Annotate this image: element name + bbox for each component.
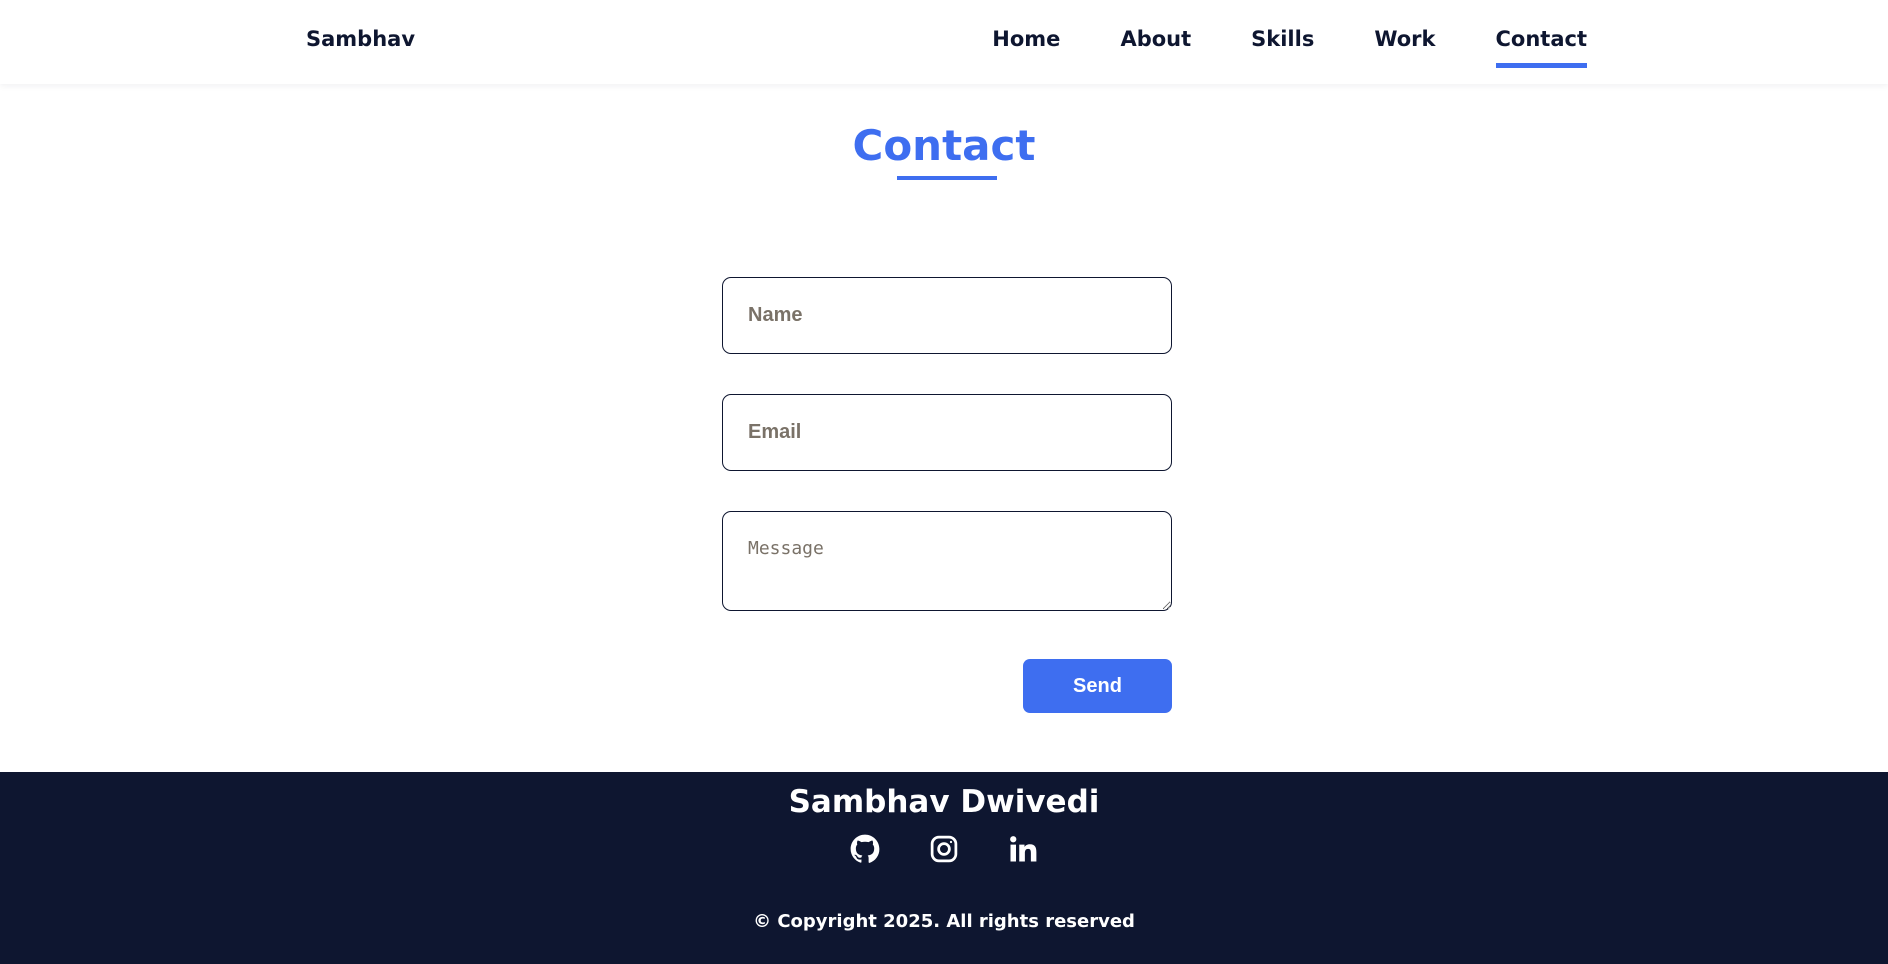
title-underline [897,176,997,180]
linkedin-icon [1010,836,1037,862]
nav-item-work[interactable]: Work [1374,0,1435,70]
github-icon [850,834,880,863]
nav-item-contact[interactable]: Contact [1495,0,1587,70]
contact-section: Contact Send [0,84,1888,772]
send-button[interactable]: Send [1023,659,1172,713]
site-footer: Sambhav Dwivedi © Copyright 2025. All ri… [0,772,1888,964]
footer-name: Sambhav Dwivedi [788,784,1100,820]
email-field[interactable] [722,394,1172,471]
github-link[interactable] [850,834,880,864]
instagram-link[interactable] [929,834,959,864]
nav-item-skills[interactable]: Skills [1251,0,1314,70]
name-field[interactable] [722,277,1172,354]
message-field[interactable] [722,511,1172,611]
social-links [0,834,1888,864]
copyright-text: © Copyright 2025. All rights reserved [753,911,1135,932]
nav-item-home[interactable]: Home [992,0,1060,70]
contact-form [722,277,1172,611]
linkedin-link[interactable] [1008,834,1038,864]
nav-item-about[interactable]: About [1120,0,1191,70]
page-title: Contact [852,121,1036,170]
brand-logo-link[interactable]: Sambhav [306,25,415,53]
main-nav: Home About Skills Work Contact [992,0,1587,84]
instagram-icon [930,835,958,863]
site-header: Sambhav Home About Skills Work Contact [0,0,1888,84]
